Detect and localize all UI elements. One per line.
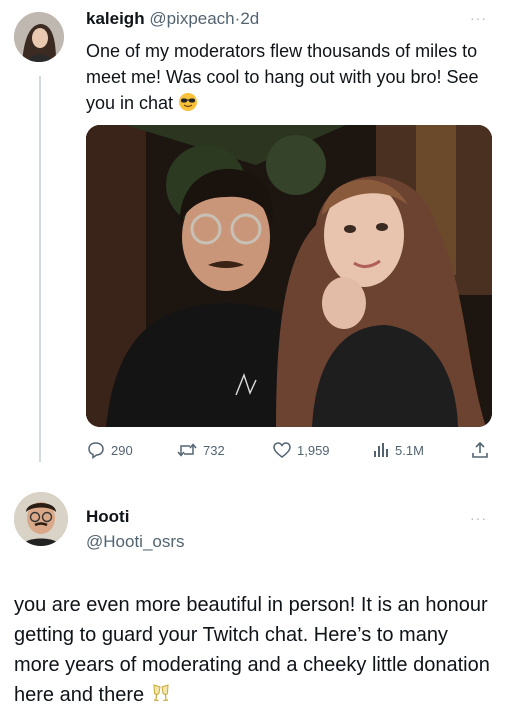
share-icon	[470, 440, 490, 460]
tweet-age[interactable]: 2d	[240, 9, 259, 28]
author-name[interactable]: kaleigh	[86, 9, 145, 28]
more-options-button[interactable]: ···	[470, 10, 487, 26]
views-chart-icon	[372, 440, 390, 460]
like-button[interactable]: 1,959	[272, 440, 330, 460]
reply-avatar-image	[14, 492, 68, 546]
repost-button[interactable]: 732	[176, 440, 225, 460]
reply-count: 290	[111, 442, 133, 458]
like-count: 1,959	[297, 442, 330, 458]
heart-icon	[272, 440, 292, 460]
reply-author-avatar[interactable]	[14, 492, 68, 546]
tweet-header: kaleigh @pixpeach·2d	[86, 9, 259, 29]
photo-image	[86, 125, 492, 427]
tweet-photo[interactable]	[86, 125, 492, 427]
reply-text: you are even more beautiful in person! I…	[14, 590, 494, 712]
author-avatar[interactable]	[14, 12, 64, 62]
repost-icon	[176, 440, 198, 460]
share-button[interactable]	[470, 440, 490, 460]
clinking-glasses-emoji-icon	[150, 681, 172, 712]
reply-author-name[interactable]: Hooti	[86, 507, 129, 527]
view-count: 5.1M	[395, 442, 424, 458]
views-button[interactable]: 5.1M	[372, 440, 424, 460]
tweet-action-bar: 290 732 1,959 5.1M	[86, 440, 494, 464]
author-handle[interactable]: @pixpeach	[149, 9, 234, 28]
sunglasses-emoji-icon	[178, 92, 198, 119]
reply-author-handle[interactable]: @Hooti_osrs	[86, 532, 185, 552]
reply-more-options-button[interactable]: ···	[470, 510, 487, 526]
tweet-text: One of my moderators flew thousands of m…	[86, 38, 486, 119]
reply-button[interactable]: 290	[86, 440, 133, 460]
avatar-image	[14, 12, 64, 62]
tweet-text-body: One of my moderators flew thousands of m…	[86, 41, 479, 113]
thread-connector-line	[39, 76, 41, 462]
repost-count: 732	[203, 442, 225, 458]
reply-icon	[86, 440, 106, 460]
reply-text-body: you are even more beautiful in person! I…	[14, 594, 490, 706]
